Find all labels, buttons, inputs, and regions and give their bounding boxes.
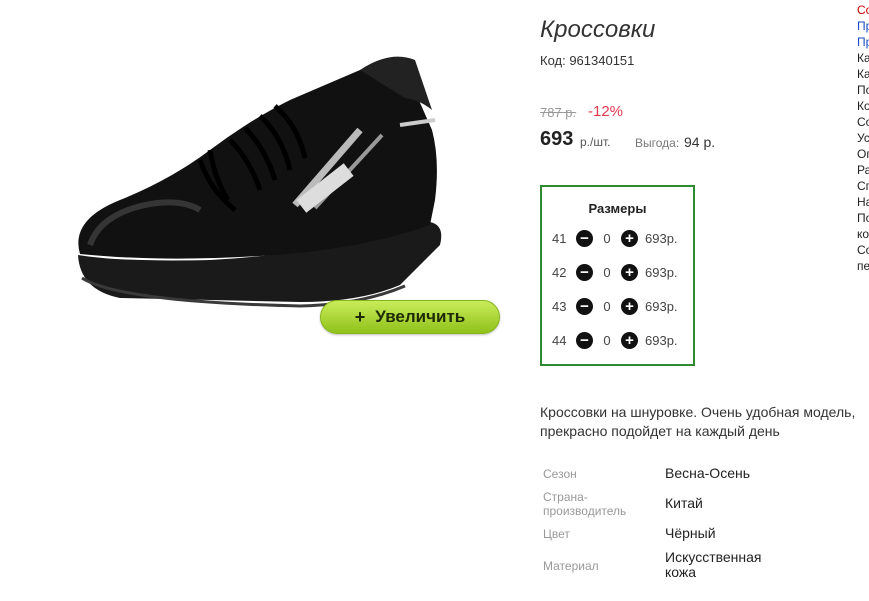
product-description: Кроссовки на шнуровке. Очень удобная мод… [540, 404, 856, 439]
sidebar-item[interactable]: На [857, 194, 869, 210]
old-price: 787 р. [540, 105, 577, 120]
sizes-panel: Размеры 41 − 0 + 693р. 42 − 0 + 693р. 43… [540, 185, 695, 366]
spec-value: Искусственная кожа [665, 549, 762, 580]
plus-icon[interactable]: + [621, 331, 638, 349]
sidebar-item[interactable]: пе [857, 258, 869, 274]
size-number: 44 [552, 332, 567, 348]
size-price: 693р. [645, 298, 678, 314]
sidebar-menu: Со Пр Пр Ка Ка По Ко Со Ус Оп Ра Сп На П… [857, 2, 869, 274]
sidebar-item[interactable]: Ка [857, 50, 869, 66]
savings-label: Выгода: [635, 136, 680, 150]
size-row: 44 − 0 + 693р. [552, 330, 678, 350]
product-code: Код: 961340151 [540, 53, 635, 68]
discount-badge: -12% [588, 103, 624, 120]
spec-label: Цвет [543, 527, 570, 541]
size-row: 41 − 0 + 693р. [552, 228, 678, 248]
quantity-value: 0 [603, 298, 611, 314]
spec-value: Чёрный [665, 525, 716, 541]
plus-icon[interactable]: + [621, 229, 638, 247]
size-number: 41 [552, 230, 567, 246]
sidebar-item[interactable]: Пр [857, 18, 869, 34]
sneaker-image [78, 56, 442, 308]
sidebar-item[interactable]: Ка [857, 66, 869, 82]
sidebar-item[interactable]: Сп [857, 178, 869, 194]
price-unit: р./шт. [580, 135, 611, 149]
minus-icon[interactable]: − [576, 297, 593, 315]
quantity-value: 0 [603, 264, 611, 280]
spec-label: Сезон [543, 467, 577, 481]
sidebar-item[interactable]: Ус [857, 130, 869, 146]
quantity-value: 0 [603, 230, 611, 246]
minus-icon[interactable]: − [576, 331, 593, 349]
plus-icon: + [354, 306, 366, 327]
spec-value: Весна-Осень [665, 465, 751, 481]
sidebar-item[interactable]: Ра [857, 162, 869, 178]
savings-value: 94 р. [684, 134, 716, 150]
size-number: 43 [552, 298, 567, 314]
size-number: 42 [552, 264, 567, 280]
plus-icon[interactable]: + [621, 297, 638, 315]
sidebar-item[interactable]: Оп [857, 146, 869, 162]
price: 693 [540, 128, 574, 150]
zoom-label: Увеличить [375, 307, 466, 326]
plus-icon[interactable]: + [621, 263, 638, 281]
sizes-title: Размеры [588, 201, 647, 216]
spec-value: Китай [665, 495, 703, 511]
spec-label: Страна-производитель [543, 490, 627, 518]
sidebar-item[interactable]: ко [857, 226, 869, 242]
size-price: 693р. [645, 264, 678, 280]
size-row: 42 − 0 + 693р. [552, 262, 678, 282]
product-title: Кроссовки [540, 16, 656, 43]
minus-icon[interactable]: − [576, 229, 593, 247]
sidebar-item[interactable]: Со [857, 114, 869, 130]
quantity-value: 0 [603, 332, 611, 348]
product-image[interactable] [60, 40, 480, 320]
sidebar-item[interactable]: Ко [857, 98, 869, 114]
size-price: 693р. [645, 332, 678, 348]
size-price: 693р. [645, 230, 678, 246]
sidebar-item[interactable]: Пр [857, 34, 869, 50]
sidebar-item[interactable]: Со [857, 2, 869, 18]
size-row: 43 − 0 + 693р. [552, 296, 678, 316]
zoom-button[interactable]: + Увеличить [320, 300, 500, 334]
sidebar-item[interactable]: По [857, 210, 869, 226]
sidebar-item[interactable]: По [857, 82, 869, 98]
spec-label: Материал [543, 559, 599, 573]
minus-icon[interactable]: − [576, 263, 593, 281]
sidebar-item[interactable]: Со [857, 242, 869, 258]
